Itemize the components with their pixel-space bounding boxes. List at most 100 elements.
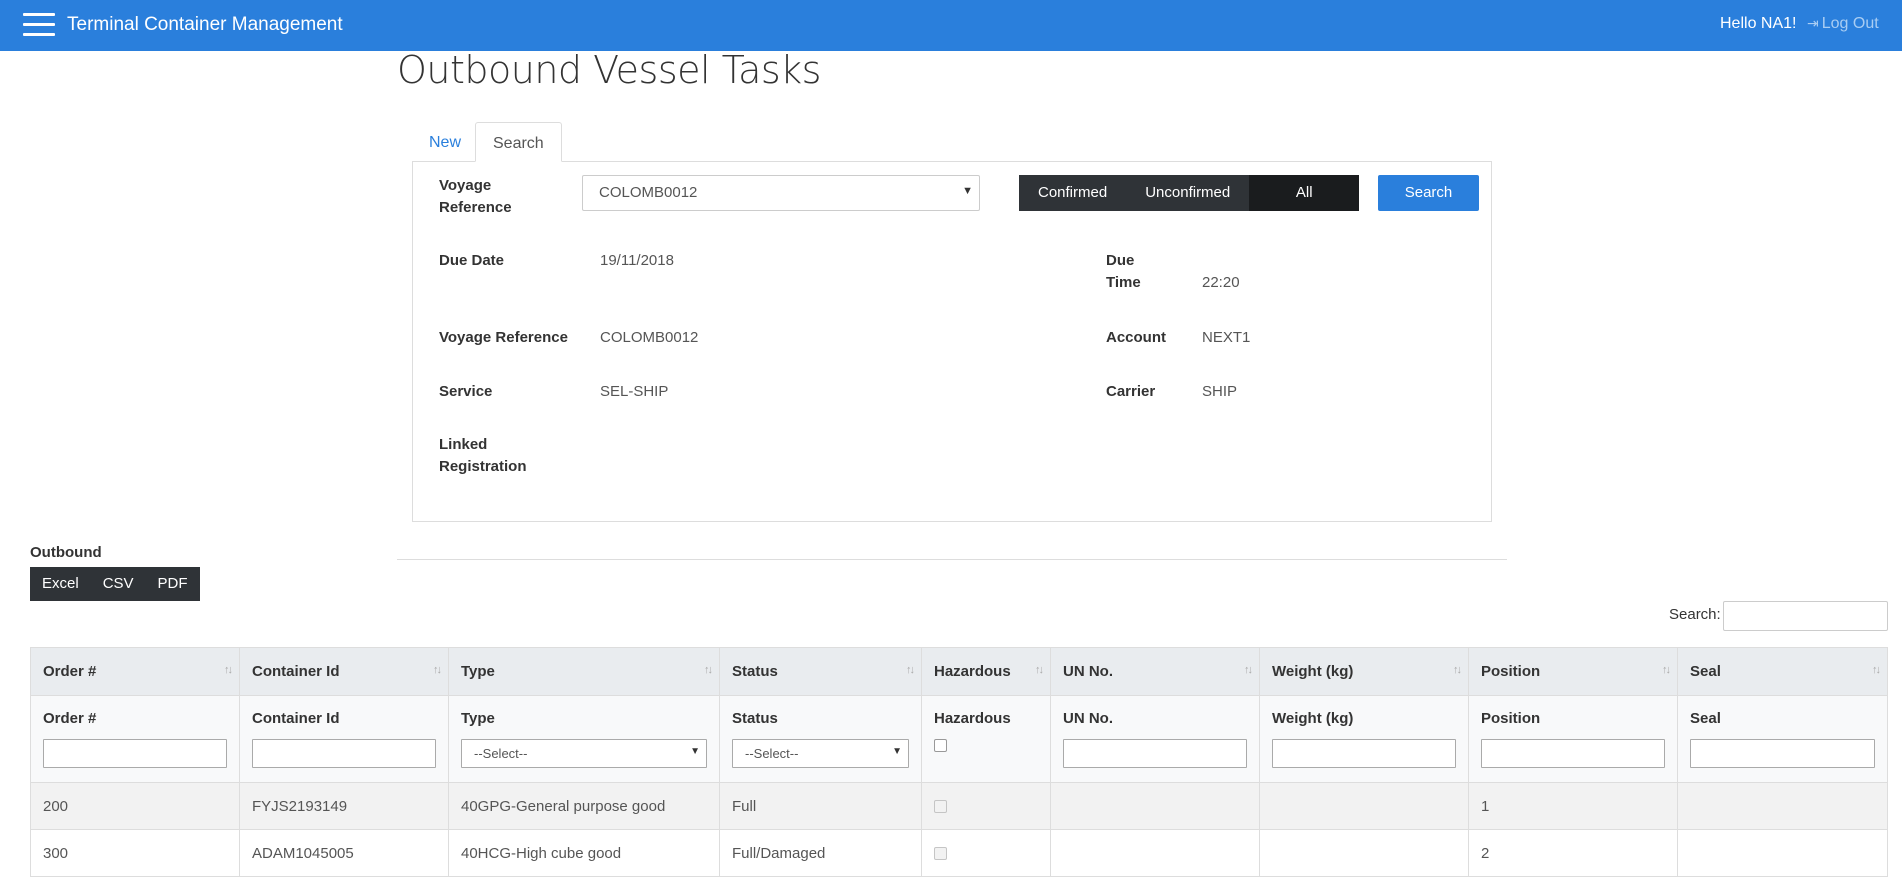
sort-icon: ↑↓ (704, 664, 713, 676)
voyage-reference-select[interactable]: COLOMB0012 ▼ (582, 175, 980, 211)
menu-icon[interactable] (23, 13, 55, 37)
hazardous-checkbox (934, 799, 947, 813)
app-title[interactable]: Terminal Container Management (67, 14, 343, 36)
confirmation-filter-group: Confirmed Unconfirmed All (1019, 175, 1360, 211)
table-row[interactable]: 300 ADAM1045005 40HCG-High cube good Ful… (30, 829, 1888, 877)
logout-icon: ⇥ (1807, 15, 1819, 31)
cell-un-no (1050, 829, 1260, 877)
voyage-reference-detail-value: COLOMB0012 (600, 329, 699, 346)
filter-all-button[interactable]: All (1249, 175, 1360, 211)
filter-container-id-input[interactable] (252, 739, 436, 768)
account-label: Account (1106, 329, 1166, 346)
table-search-label: Search: (1669, 606, 1721, 623)
hazardous-checkbox (934, 846, 947, 860)
sort-icon: ↑↓ (1662, 664, 1671, 676)
filter-weight-input[interactable] (1272, 739, 1456, 768)
cell-hazardous (921, 782, 1051, 830)
column-header-weight[interactable]: Weight (kg) ↑↓ (1259, 647, 1469, 696)
filter-cell-position: Position (1468, 695, 1678, 783)
page-title: Outbound Vessel Tasks (397, 48, 821, 92)
cell-status: Full (719, 782, 922, 830)
filter-type-select[interactable]: --Select-- ▼ (461, 739, 707, 768)
logout-link[interactable]: ⇥ Log Out (1807, 15, 1879, 33)
cell-container-id: ADAM1045005 (239, 829, 449, 877)
filter-order-input[interactable] (43, 739, 227, 768)
filter-position-input[interactable] (1481, 739, 1665, 768)
export-button-group: Excel CSV PDF (30, 567, 200, 601)
cell-container-id: FYJS2193149 (239, 782, 449, 830)
sort-icon: ↑↓ (1453, 664, 1462, 676)
table-search-input[interactable] (1723, 601, 1888, 631)
carrier-label: Carrier (1106, 383, 1156, 400)
column-header-hazardous[interactable]: Hazardous ↑↓ (921, 647, 1051, 696)
column-header-position[interactable]: Position ↑↓ (1468, 647, 1678, 696)
filter-cell-type: Type --Select-- ▼ (448, 695, 720, 783)
filter-cell-weight: Weight (kg) (1259, 695, 1469, 783)
cell-seal (1677, 782, 1888, 830)
cell-seal (1677, 829, 1888, 877)
service-value: SEL-SHIP (600, 383, 669, 400)
export-excel-button[interactable]: Excel (30, 567, 91, 601)
column-header-un-no[interactable]: UN No. ↑↓ (1050, 647, 1260, 696)
section-divider (397, 559, 1507, 560)
filter-cell-order: Order # (30, 695, 240, 783)
column-header-status[interactable]: Status ↑↓ (719, 647, 922, 696)
tab-new[interactable]: New (412, 122, 478, 162)
search-panel (412, 161, 1492, 522)
cell-type: 40HCG-High cube good (448, 829, 720, 877)
column-header-container-id[interactable]: Container Id ↑↓ (239, 647, 449, 696)
cell-type: 40GPG-General purpose good (448, 782, 720, 830)
table-row[interactable]: 200 FYJS2193149 40GPG-General purpose go… (30, 782, 1888, 830)
chevron-down-icon: ▼ (962, 185, 973, 197)
outbound-section-title: Outbound (30, 544, 102, 561)
voyage-reference-value: COLOMB0012 (599, 184, 698, 201)
filter-cell-un-no: UN No. (1050, 695, 1260, 783)
column-header-seal[interactable]: Seal ↑↓ (1677, 647, 1888, 696)
due-time-label: Due Time (1106, 252, 1141, 291)
tab-search[interactable]: Search (475, 122, 562, 162)
due-time-value: 22:20 (1202, 274, 1240, 291)
top-navbar: Terminal Container Management Hello NA1!… (0, 0, 1902, 51)
cell-hazardous (921, 829, 1051, 877)
filter-cell-container-id: Container Id (239, 695, 449, 783)
account-value: NEXT1 (1202, 329, 1251, 346)
sort-icon: ↑↓ (1872, 664, 1881, 676)
cell-position: 1 (1468, 782, 1678, 830)
service-label: Service (439, 383, 493, 400)
filter-hazardous-checkbox[interactable] (934, 739, 947, 752)
logout-label: Log Out (1821, 15, 1879, 32)
filter-cell-hazardous: Hazardous (921, 695, 1051, 783)
sort-icon: ↑↓ (1244, 664, 1253, 676)
due-date-label: Due Date (439, 252, 505, 269)
search-button[interactable]: Search (1378, 175, 1479, 211)
filter-un-no-input[interactable] (1063, 739, 1247, 768)
linked-registration-label: Linked Registration (439, 436, 527, 475)
column-header-type[interactable]: Type ↑↓ (448, 647, 720, 696)
cell-order: 200 (30, 782, 240, 830)
filter-unconfirmed-button[interactable]: Unconfirmed (1126, 175, 1250, 211)
export-pdf-button[interactable]: PDF (146, 567, 200, 601)
cell-weight (1259, 782, 1469, 830)
sort-icon: ↑↓ (224, 664, 233, 676)
carrier-value: SHIP (1202, 383, 1238, 400)
cell-un-no (1050, 782, 1260, 830)
chevron-down-icon: ▼ (892, 746, 902, 757)
filter-cell-seal: Seal (1677, 695, 1888, 783)
filter-status-select[interactable]: --Select-- ▼ (732, 739, 909, 768)
due-date-value: 19/11/2018 (600, 252, 674, 269)
cell-weight (1259, 829, 1469, 877)
filter-seal-input[interactable] (1690, 739, 1875, 768)
filter-cell-status: Status --Select-- ▼ (719, 695, 922, 783)
sort-icon: ↑↓ (906, 664, 915, 676)
filter-confirmed-button[interactable]: Confirmed (1019, 175, 1127, 211)
cell-position: 2 (1468, 829, 1678, 877)
sort-icon: ↑↓ (433, 664, 442, 676)
user-greeting: Hello NA1! (1720, 15, 1797, 32)
sort-icon: ↑↓ (1035, 664, 1044, 676)
voyage-reference-label: Voyage Reference (439, 177, 512, 216)
outbound-table: Order # ↑↓ Container Id ↑↓ Type ↑↓ Status ↑↓… (30, 647, 1888, 877)
voyage-reference-detail-label: Voyage Reference (439, 329, 568, 346)
cell-order: 300 (30, 829, 240, 877)
export-csv-button[interactable]: CSV (91, 567, 146, 601)
column-header-order[interactable]: Order # ↑↓ (30, 647, 240, 696)
